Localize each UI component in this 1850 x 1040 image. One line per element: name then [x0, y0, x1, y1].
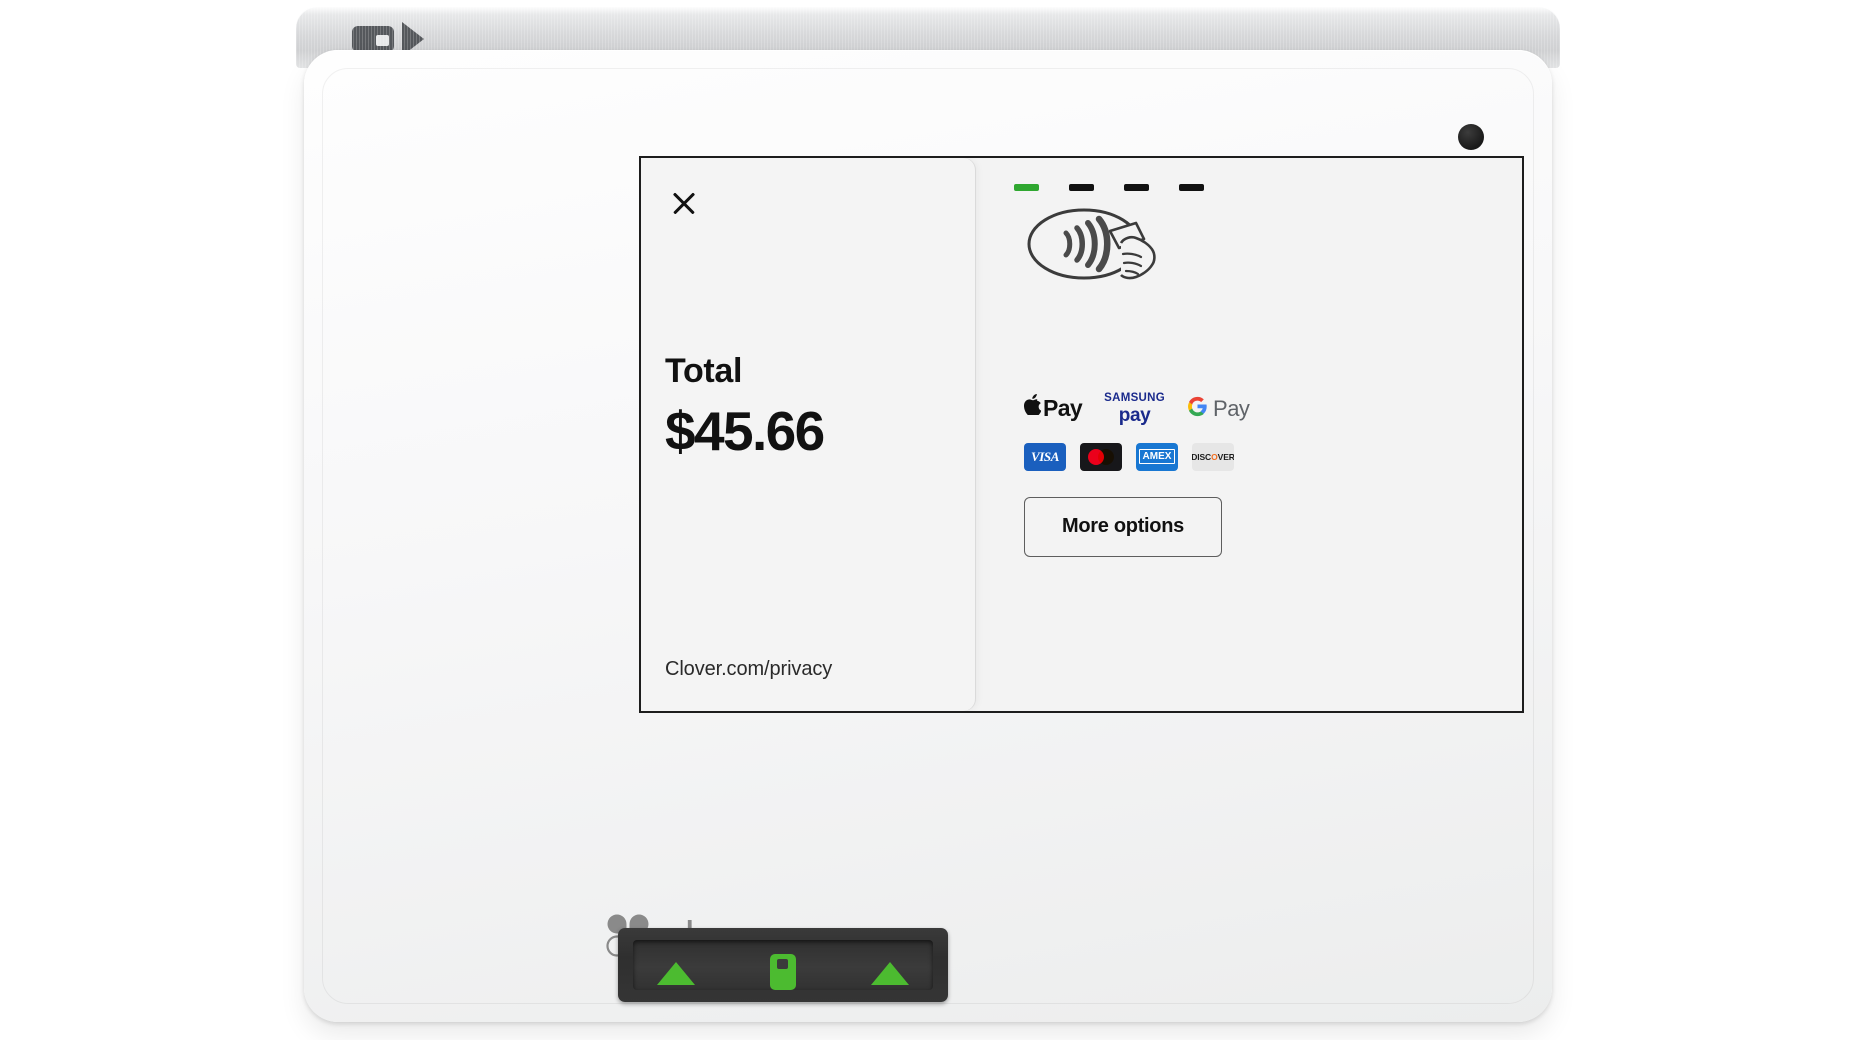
apple-pay-label: Pay	[1043, 395, 1083, 422]
total-block: Total $45.66	[665, 352, 825, 462]
total-label: Total	[665, 352, 743, 390]
progress-step-4	[1179, 184, 1204, 191]
close-icon[interactable]	[667, 186, 701, 220]
progress-step-3	[1124, 184, 1149, 191]
total-amount: $45.66	[665, 400, 825, 462]
clover-flex-device: Total $45.66 Clover.com/privacy Pay SAMS…	[296, 6, 1560, 1024]
amex-card-icon: AMEX	[1136, 442, 1178, 471]
samsung-pay-line1: SAMSUNG	[1104, 392, 1166, 404]
visa-card-icon: VISA	[1024, 442, 1066, 471]
contactless-tap-card-icon	[1024, 205, 1156, 283]
progress-indicator	[1014, 184, 1522, 191]
discover-post: VER	[1217, 451, 1234, 462]
apple-logo-icon	[1023, 394, 1042, 419]
digital-wallet-logos: Pay SAMSUNG pay Pay	[1023, 392, 1522, 426]
front-camera-dot	[1458, 124, 1484, 150]
amex-label: AMEX	[1139, 449, 1175, 464]
visa-label: VISA	[1030, 448, 1060, 464]
insert-arrow-left-icon	[657, 962, 695, 985]
samsung-pay-line2: pay	[1118, 404, 1151, 426]
device-screen: Total $45.66 Clover.com/privacy Pay SAMS…	[639, 156, 1524, 713]
discover-label: DISCOVER	[1192, 452, 1234, 462]
progress-step-2	[1069, 184, 1094, 191]
google-g-icon	[1187, 396, 1208, 422]
chip-card-icon	[352, 26, 394, 52]
card-reader-slot[interactable]	[618, 928, 948, 1002]
green-chip-card-icon	[770, 954, 796, 990]
apple-pay-logo: Pay	[1023, 394, 1083, 422]
screenshot-root: Total $45.66 Clover.com/privacy Pay SAMS…	[0, 0, 1850, 1040]
mastercard-card-icon	[1080, 442, 1122, 471]
samsung-pay-logo: SAMSUNG pay	[1104, 392, 1166, 426]
google-pay-label: Pay	[1213, 395, 1250, 421]
accepted-card-logos: VISA AMEX DISCOVER	[1024, 442, 1522, 471]
card-reader-channel	[633, 940, 933, 990]
discover-card-icon: DISCOVER	[1192, 442, 1234, 471]
discover-pre: DISC	[1192, 451, 1212, 462]
privacy-link[interactable]: Clover.com/privacy	[665, 658, 832, 681]
more-options-button[interactable]: More options	[1024, 496, 1222, 557]
google-pay-logo: Pay	[1187, 395, 1250, 422]
progress-step-1	[1014, 184, 1039, 191]
insert-arrow-right-icon	[871, 962, 909, 985]
payment-methods-panel: Pay SAMSUNG pay Pay VISA AMEX DISCOVER M…	[975, 158, 1522, 711]
order-summary-panel: Total $45.66 Clover.com/privacy	[641, 158, 975, 711]
